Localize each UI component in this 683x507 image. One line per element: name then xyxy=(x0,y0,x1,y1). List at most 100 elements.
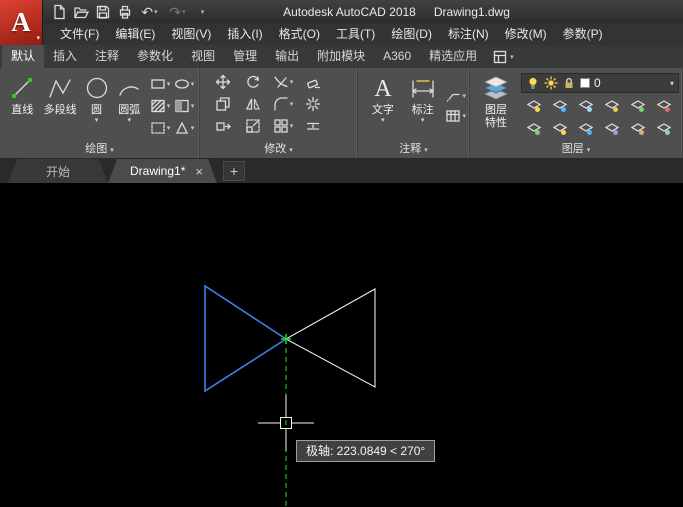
layer-properties-button[interactable]: 图层特性 xyxy=(475,70,517,141)
layer-isolate-tool-button[interactable] xyxy=(547,96,573,116)
ribbon-tab-home[interactable]: 默认 xyxy=(2,45,44,68)
layer-unlock-tool-button[interactable] xyxy=(573,119,599,139)
menu-dimension[interactable]: 标注(N) xyxy=(440,23,497,45)
fillet-tool-button[interactable]: ▾ xyxy=(268,93,298,115)
region-tool-button[interactable]: ▾ xyxy=(172,117,196,139)
modify-panel-label[interactable]: 修改▾ xyxy=(200,141,357,158)
menu-insert[interactable]: 插入(I) xyxy=(219,23,270,45)
hatch-tool-button[interactable]: ▾ xyxy=(148,95,172,117)
drawing1-tab[interactable]: Drawing1* × xyxy=(108,159,217,183)
layer-thaw-tool-button[interactable] xyxy=(547,119,573,139)
chevron-down-icon: ▾ xyxy=(154,8,158,16)
mirror-tool-button[interactable] xyxy=(238,93,268,115)
layer-dropdown[interactable]: 0 ▾ xyxy=(521,73,679,93)
array-tool-button[interactable]: ▾ xyxy=(268,115,298,137)
polar-tracking-tooltip: 极轴: 223.0849 < 270° xyxy=(296,440,435,462)
leader-tool-button[interactable]: ▾ xyxy=(445,88,466,104)
draw-panel-content: 直线 多段线 圆 ▾ 圆弧 ▾ ▾ ▾ xyxy=(0,68,199,141)
right-triangle[interactable] xyxy=(286,289,375,387)
selected-left-triangle[interactable] xyxy=(205,286,286,391)
scale-tool-button[interactable] xyxy=(238,115,268,137)
new-file-button[interactable] xyxy=(48,1,69,22)
annotate-panel-label[interactable]: 注释▾ xyxy=(358,141,469,158)
window-title: Autodesk AutoCAD 2018Drawing1.dwg xyxy=(170,5,623,19)
chevron-down-icon: ▾ xyxy=(95,117,99,125)
close-tab-icon[interactable]: × xyxy=(195,165,203,178)
ribbon-tab-insert[interactable]: 插入 xyxy=(44,45,86,68)
layer-make-current-tool-button[interactable] xyxy=(625,96,651,116)
layer-off-tool-button[interactable] xyxy=(521,96,547,116)
ribbon-tab-manage[interactable]: 管理 xyxy=(224,45,266,68)
rectangle-tool-button[interactable]: ▾ xyxy=(148,73,172,95)
layer-lock-tool-button[interactable] xyxy=(599,96,625,116)
line-tool-button[interactable]: 直线 xyxy=(5,70,40,141)
open-file-button[interactable] xyxy=(70,1,91,22)
plot-button[interactable] xyxy=(114,1,135,22)
menu-tools[interactable]: 工具(T) xyxy=(328,23,383,45)
ribbon-tab-addins[interactable]: 附加模块 xyxy=(308,45,374,68)
explode-tool-button[interactable] xyxy=(298,93,328,115)
boundary-tool-button[interactable]: ▾ xyxy=(148,117,172,139)
rotate-tool-button[interactable] xyxy=(238,71,268,93)
layer-match-tool-button[interactable] xyxy=(651,96,677,116)
table-tool-button[interactable]: ▾ xyxy=(445,108,466,124)
layer-color-swatch xyxy=(580,78,590,88)
draw-panel-extra-tools: ▾ ▾ ▾ ▾ ▾ ▾ xyxy=(148,70,196,141)
layer-unisolate-tool-button[interactable] xyxy=(521,119,547,139)
ribbon-tab-featured-apps[interactable]: 精选应用 xyxy=(420,45,486,68)
move-tool-button[interactable] xyxy=(208,71,238,93)
menu-draw[interactable]: 绘图(D) xyxy=(383,23,440,45)
chevron-down-icon: ▾ xyxy=(462,92,466,100)
chevron-down-icon: ▾ xyxy=(587,147,591,154)
layer-merge-tool-button[interactable] xyxy=(651,119,677,139)
menu-file[interactable]: 文件(F) xyxy=(52,23,107,45)
ribbon-tab-annotate[interactable]: 注释 xyxy=(86,45,128,68)
dimension-icon xyxy=(409,71,437,104)
chevron-down-icon: ▾ xyxy=(110,147,114,154)
menu-parametric[interactable]: 参数(P) xyxy=(555,23,611,45)
offset-tool-button[interactable] xyxy=(298,115,328,137)
circle-tool-button[interactable]: 圆 ▾ xyxy=(81,70,113,141)
arc-tool-button[interactable]: 圆弧 ▾ xyxy=(112,70,146,141)
ribbon-tab-output[interactable]: 输出 xyxy=(266,45,308,68)
trim-tool-button[interactable]: ▾ xyxy=(268,71,298,93)
snap-point-marker xyxy=(281,334,291,344)
ribbon-tab-view[interactable]: 视图 xyxy=(182,45,224,68)
undo-button[interactable]: ↶▾ xyxy=(136,1,163,22)
drawing-canvas[interactable]: 极轴: 223.0849 < 270° xyxy=(0,183,683,507)
chevron-down-icon: ▾ xyxy=(201,8,205,16)
app-menu-button[interactable]: A ▾ xyxy=(0,0,43,45)
start-tab[interactable]: 开始 xyxy=(8,159,108,183)
erase-tool-button[interactable] xyxy=(298,71,328,93)
draw-panel: 直线 多段线 圆 ▾ 圆弧 ▾ ▾ ▾ xyxy=(0,68,200,158)
menu-view[interactable]: 视图(V) xyxy=(163,23,219,45)
panel-layout-icon xyxy=(493,50,507,64)
menu-format[interactable]: 格式(O) xyxy=(271,23,328,45)
stretch-tool-button[interactable] xyxy=(208,115,238,137)
text-tool-button[interactable]: A 文字 ▾ xyxy=(363,70,403,141)
ribbon-display-toggle[interactable]: ▾ xyxy=(486,45,521,68)
lock-icon xyxy=(562,76,576,90)
menu-edit[interactable]: 编辑(E) xyxy=(107,23,163,45)
layer-walk-tool-button[interactable] xyxy=(625,119,651,139)
layers-panel-label[interactable]: 图层▾ xyxy=(470,141,682,158)
copy-tool-button[interactable] xyxy=(208,93,238,115)
layer-previous-tool-button[interactable] xyxy=(599,119,625,139)
ribbon-tab-a360[interactable]: A360 xyxy=(374,45,420,68)
layer-controls: 0 ▾ xyxy=(521,70,679,141)
line-icon xyxy=(8,71,36,104)
polyline-icon xyxy=(46,71,74,104)
ellipse-tool-button[interactable]: ▾ xyxy=(172,73,196,95)
polyline-tool-button[interactable]: 多段线 xyxy=(40,70,81,141)
ribbon-tab-parametric[interactable]: 参数化 xyxy=(128,45,182,68)
new-drawing-tab-button[interactable]: + xyxy=(223,161,245,181)
save-button[interactable] xyxy=(92,1,113,22)
draw-panel-label[interactable]: 绘图▾ xyxy=(0,141,199,158)
layer-freeze-tool-button[interactable] xyxy=(573,96,599,116)
gradient-tool-button[interactable]: ▾ xyxy=(172,95,196,117)
redo-button[interactable]: ↷▾ xyxy=(164,1,191,22)
qat-customize-button[interactable]: ▾ xyxy=(192,1,213,22)
dimension-tool-button[interactable]: 标注 ▾ xyxy=(403,70,443,141)
menu-modify[interactable]: 修改(M) xyxy=(497,23,555,45)
sun-icon xyxy=(544,76,558,90)
